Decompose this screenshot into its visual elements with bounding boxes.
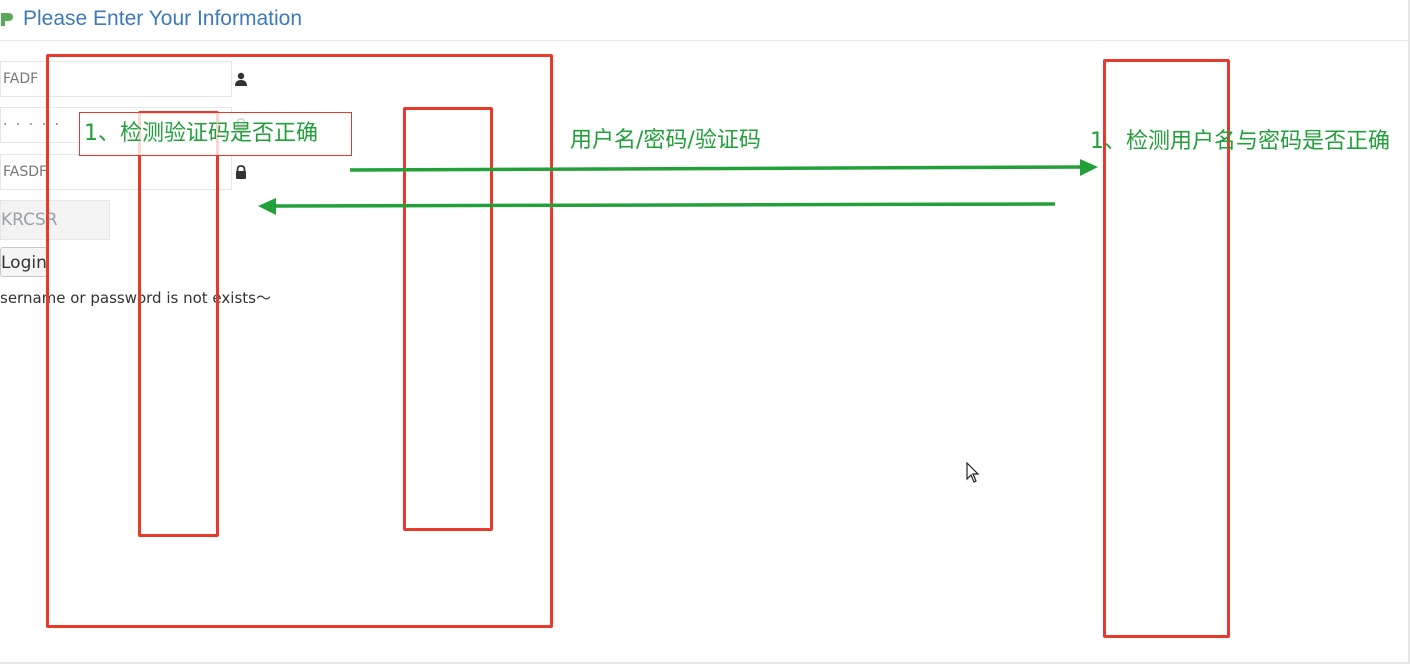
response-arrow-head [258,198,276,215]
request-arrow-line [349,165,1086,172]
annotation-arrows [258,159,1098,215]
mouse-cursor-icon [966,462,980,483]
request-arrow-head [1080,159,1098,176]
response-arrow-line [274,202,1056,208]
